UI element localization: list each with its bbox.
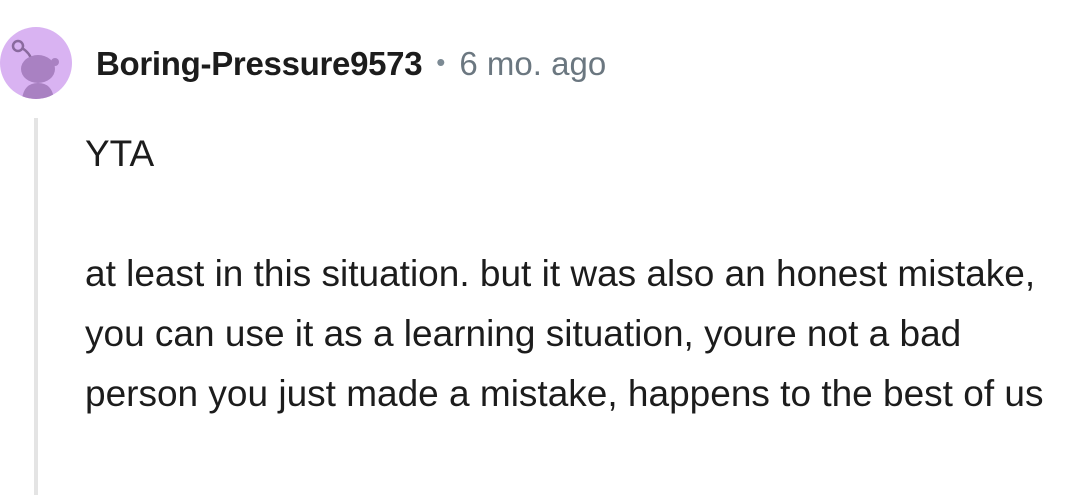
snoo-avatar-icon [11, 39, 59, 99]
thread-line[interactable] [34, 118, 38, 495]
comment-paragraph: at least in this situation. but it was a… [85, 253, 1044, 414]
separator-dot: • [436, 46, 446, 77]
comment: Boring-Pressure9573 • 6 mo. ago YTA at l… [0, 0, 1080, 495]
comment-body: YTA at least in this situation. but it w… [85, 124, 1060, 424]
comment-header: Boring-Pressure9573 • 6 mo. ago [96, 40, 606, 88]
comment-paragraph: YTA [85, 133, 155, 174]
avatar[interactable] [0, 27, 72, 99]
comment-timestamp[interactable]: 6 mo. ago [459, 45, 606, 83]
author-username[interactable]: Boring-Pressure9573 [96, 45, 423, 83]
